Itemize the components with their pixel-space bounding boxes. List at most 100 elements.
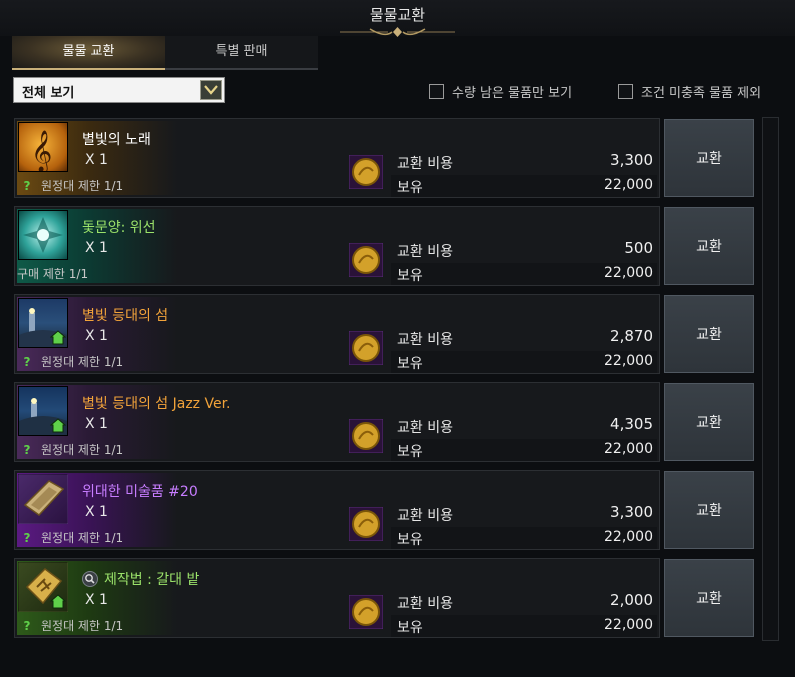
item-name: 돛문양: 위선 — [82, 220, 156, 236]
art-scroll-icon[interactable] — [18, 474, 68, 524]
item-name: 제작법 : 갈대 밭 — [82, 569, 199, 589]
barter-row: 별빛 등대의 섬 Jazz Ver. X 1 ? 원정대 제한 1/1 교환 비용… — [14, 382, 759, 464]
exchange-button[interactable]: 교환 — [664, 207, 754, 285]
owned-value: 22,000 — [604, 353, 653, 369]
owned-row: 보유 22,000 — [391, 175, 657, 197]
owned-value: 22,000 — [604, 441, 653, 457]
help-icon[interactable]: ? — [21, 355, 33, 369]
cost-row: 교환 비용 2,870 — [391, 327, 657, 349]
house-icon — [50, 594, 66, 609]
help-icon[interactable]: ? — [21, 179, 33, 193]
exchange-button[interactable]: 교환 — [664, 119, 754, 197]
item-panel: 𝄞 별빛의 노래 X 1 ? 원정대 제한 1/1 교환 비용 3,300 보유 … — [14, 118, 660, 198]
cost-row: 교환 비용 2,000 — [391, 591, 657, 613]
item-limit: 구매 제한 1/1 — [17, 265, 88, 282]
title-ornament-icon — [340, 27, 455, 37]
cost-label: 교환 비용 — [397, 332, 453, 348]
owned-row: 보유 22,000 — [391, 615, 657, 637]
item-limit: ? 원정대 제한 1/1 — [21, 441, 124, 458]
cost-row: 교환 비용 3,300 — [391, 503, 657, 525]
item-name: 별빛 등대의 섬 Jazz Ver. — [82, 396, 231, 412]
sail-pattern-icon[interactable] — [18, 210, 68, 260]
item-quantity: X 1 — [85, 592, 108, 608]
checkbox-remaining-only[interactable]: 수량 남은 물품만 보기 — [429, 82, 573, 101]
owned-value: 22,000 — [604, 529, 653, 545]
barter-row: 돛문양: 위선 X 1 구매 제한 1/1 교환 비용 500 보유 22,00… — [14, 206, 759, 288]
item-name: 위대한 미술품 #20 — [82, 484, 198, 500]
owned-row: 보유 22,000 — [391, 263, 657, 285]
exchange-button[interactable]: 교환 — [664, 559, 754, 637]
checkbox-remaining-box[interactable] — [429, 83, 444, 99]
owned-label: 보유 — [397, 532, 423, 548]
window-title: 물물교환 — [369, 6, 426, 24]
coin-icon — [349, 243, 383, 277]
item-panel: 위대한 미술품 #20 X 1 ? 원정대 제한 1/1 교환 비용 3,300 … — [14, 470, 660, 550]
barter-row: 제작법 : 갈대 밭 X 1 ? 원정대 제한 1/1 교환 비용 2,000 보… — [14, 558, 759, 640]
item-quantity: X 1 — [85, 240, 108, 256]
help-icon[interactable]: ? — [21, 531, 33, 545]
cost-label: 교환 비용 — [397, 244, 453, 260]
coin-icon — [349, 507, 383, 541]
exchange-button[interactable]: 교환 — [664, 295, 754, 373]
owned-label: 보유 — [397, 620, 423, 636]
item-panel: 별빛 등대의 섬 Jazz Ver. X 1 ? 원정대 제한 1/1 교환 비용… — [14, 382, 660, 462]
barter-row: 위대한 미술품 #20 X 1 ? 원정대 제한 1/1 교환 비용 3,300 … — [14, 470, 759, 552]
coin-icon — [349, 595, 383, 629]
list-scrollbar[interactable] — [762, 117, 779, 641]
filter-dropdown-value: 전체 보기 — [22, 86, 75, 101]
checkbox-remaining-label: 수량 남은 물품만 보기 — [452, 85, 573, 101]
item-quantity: X 1 — [85, 416, 108, 432]
owned-value: 22,000 — [604, 177, 653, 193]
item-limit-text: 원정대 제한 1/1 — [41, 179, 124, 193]
item-quantity: X 1 — [85, 152, 108, 168]
item-limit: ? 원정대 제한 1/1 — [21, 177, 124, 194]
item-limit-text: 원정대 제한 1/1 — [41, 443, 124, 457]
help-icon[interactable]: ? — [21, 619, 33, 633]
coin-icon — [349, 155, 383, 189]
cost-label: 교환 비용 — [397, 508, 453, 524]
tab-barter[interactable]: 물물 교환 — [12, 36, 165, 70]
item-limit-text: 원정대 제한 1/1 — [41, 355, 124, 369]
cost-value: 500 — [624, 239, 653, 257]
house-icon — [50, 330, 66, 345]
owned-label: 보유 — [397, 444, 423, 460]
item-name-text: 제작법 : 갈대 밭 — [104, 572, 200, 588]
owned-label: 보유 — [397, 180, 423, 196]
coin-icon — [349, 331, 383, 365]
item-limit-text: 원정대 제한 1/1 — [41, 619, 124, 633]
cost-label: 교환 비용 — [397, 596, 453, 612]
owned-row: 보유 22,000 — [391, 527, 657, 549]
help-icon[interactable]: ? — [21, 443, 33, 457]
tab-special-sale[interactable]: 특별 판매 — [165, 36, 318, 70]
item-limit-text: 구매 제한 1/1 — [17, 267, 89, 281]
owned-row: 보유 22,000 — [391, 439, 657, 461]
owned-row: 보유 22,000 — [391, 351, 657, 373]
cost-value: 2,000 — [610, 591, 653, 609]
checkbox-exclude-unmet[interactable]: 조건 미충족 물품 제외 — [618, 82, 762, 101]
cost-value: 4,305 — [610, 415, 653, 433]
treble-clef-icon[interactable]: 𝄞 — [18, 122, 68, 172]
house-icon — [50, 418, 66, 433]
owned-value: 22,000 — [604, 617, 653, 633]
checkbox-exclude-box[interactable] — [618, 83, 633, 99]
cost-row: 교환 비용 4,305 — [391, 415, 657, 437]
search-icon[interactable] — [82, 571, 98, 587]
cost-value: 2,870 — [610, 327, 653, 345]
cost-label: 교환 비용 — [397, 420, 453, 436]
cost-row: 교환 비용 500 — [391, 239, 657, 261]
coin-icon — [349, 419, 383, 453]
exchange-button[interactable]: 교환 — [664, 383, 754, 461]
item-limit: ? 원정대 제한 1/1 — [21, 529, 124, 546]
chevron-down-icon[interactable] — [200, 80, 222, 100]
item-limit: ? 원정대 제한 1/1 — [21, 617, 124, 634]
checkbox-exclude-label: 조건 미충족 물품 제외 — [641, 85, 762, 101]
barter-item-list: 𝄞 별빛의 노래 X 1 ? 원정대 제한 1/1 교환 비용 3,300 보유 … — [14, 118, 759, 642]
item-quantity: X 1 — [85, 504, 108, 520]
item-name: 별빛의 노래 — [82, 132, 151, 148]
item-quantity: X 1 — [85, 328, 108, 344]
exchange-button[interactable]: 교환 — [664, 471, 754, 549]
owned-label: 보유 — [397, 268, 423, 284]
item-limit: ? 원정대 제한 1/1 — [21, 353, 124, 370]
cost-value: 3,300 — [610, 503, 653, 521]
filter-dropdown[interactable]: 전체 보기 — [13, 77, 225, 103]
